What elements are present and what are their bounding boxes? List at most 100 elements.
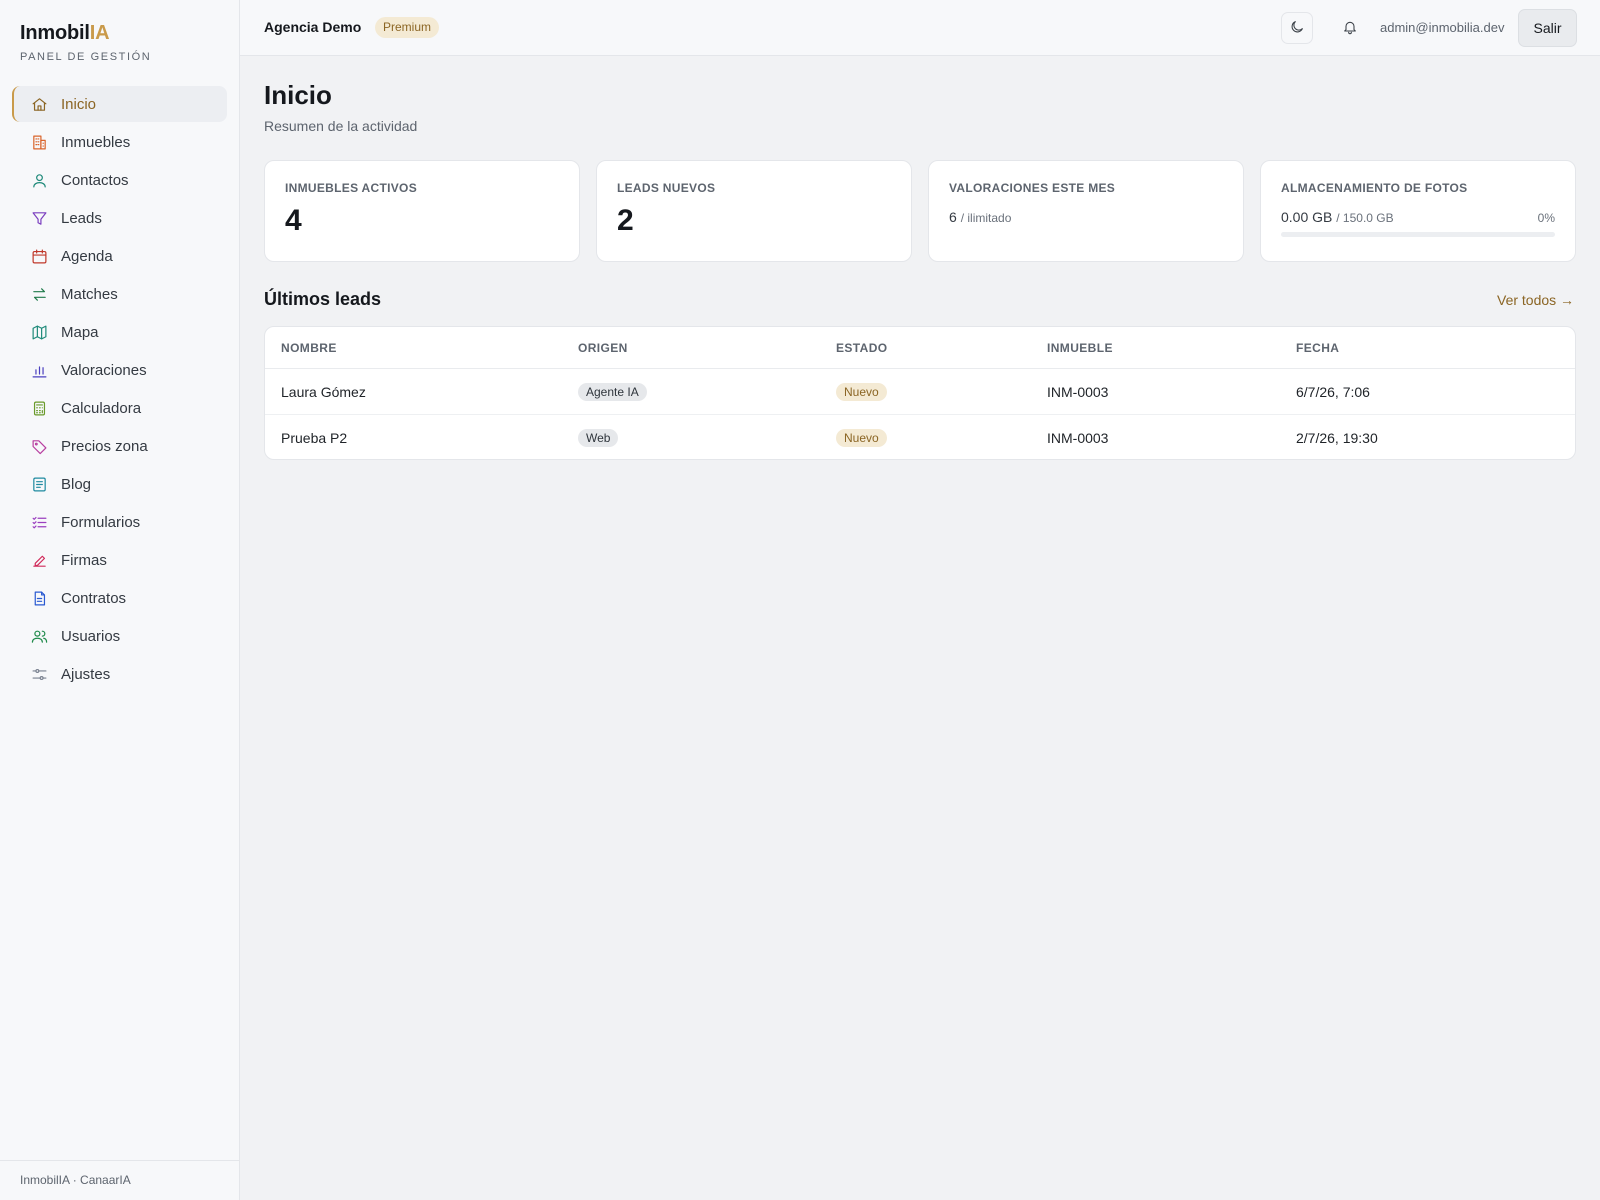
sidebar-item-contactos[interactable]: Contactos [12,162,227,198]
column-header-origen[interactable]: ORIGEN [578,341,628,355]
origin-badge: Agente IA [578,382,647,401]
bar-chart-icon [30,361,48,379]
user-icon [30,171,48,189]
valuations-count: 6 [949,209,957,225]
logout-button[interactable]: Salir [1518,9,1577,47]
sliders-icon [30,665,48,683]
agency-name: Agencia Demo [264,19,362,35]
column-header-nombre[interactable]: NOMBRE [281,341,337,355]
stat-label: ALMACENAMIENTO DE FOTOS [1281,181,1468,195]
sidebar-item-label: Valoraciones [61,361,147,379]
table-row[interactable]: Prueba P2 Web Nuevo INM-0003 2/7/26, 19:… [265,415,1575,459]
leads-section-title: Últimos leads [264,289,382,309]
lead-date: 6/7/26, 7:06 [1296,383,1370,400]
stat-label: INMUEBLES ACTIVOS [285,181,417,195]
view-all-leads-link[interactable]: Ver todos → [1497,292,1574,308]
column-header-estado[interactable]: ESTADO [836,341,888,355]
brand-subtitle: PANEL DE GESTIÓN [20,51,152,63]
calculator-icon [30,399,48,417]
sidebar-nav: Inicio Inmuebles Contactos Leads Agenda … [12,86,227,694]
status-badge: Nuevo [836,382,887,401]
moon-icon [1289,19,1305,38]
valuations-usage: 6 / ilimitado [949,209,1223,225]
stat-card-photo-storage: ALMACENAMIENTO DE FOTOS 0.00 GB / 150.0 … [1260,160,1576,262]
storage-usage: 0.00 GB / 150.0 GB 0% [1281,209,1555,225]
table-header: NOMBRE ORIGEN ESTADO INMUEBLE FECHA [265,327,1575,369]
sidebar-item-label: Leads [61,209,102,227]
topbar: Agencia Demo Premium admin@inmobilia.dev… [240,0,1600,56]
sidebar-item-valoraciones[interactable]: Valoraciones [12,352,227,388]
stat-card-active-properties: INMUEBLES ACTIVOS 4 [264,160,580,262]
sidebar-item-label: Agenda [61,247,113,265]
page-title: Inicio [264,80,332,110]
document-icon [30,589,48,607]
stat-value: 4 [285,204,302,237]
sidebar: InmobilIA PANEL DE GESTIÓN Inicio Inmueb… [0,0,240,1200]
lead-name: Prueba P2 [281,430,348,446]
valuations-limit: / ilimitado [960,211,1012,225]
sidebar-item-contratos[interactable]: Contratos [12,580,227,616]
stat-card-new-leads: LEADS NUEVOS 2 [596,160,912,262]
sidebar-item-precios-zona[interactable]: Precios zona [12,428,227,464]
status-badge: Nuevo [836,429,887,447]
building-icon [30,133,48,151]
column-header-inmueble[interactable]: INMUEBLE [1047,341,1113,355]
sidebar-item-label: Mapa [61,323,99,341]
calendar-icon [30,247,48,265]
stat-label: LEADS NUEVOS [617,181,716,195]
sidebar-item-mapa[interactable]: Mapa [12,314,227,350]
column-header-fecha[interactable]: FECHA [1296,341,1339,355]
lead-property: INM-0003 [1047,430,1109,446]
storage-percent: 0% [1537,211,1555,225]
sidebar-item-inicio[interactable]: Inicio [12,86,227,122]
storage-progress-bar [1281,232,1555,237]
map-icon [30,323,48,341]
users-icon [30,627,48,645]
sidebar-item-leads[interactable]: Leads [12,200,227,236]
brand-logo[interactable]: InmobilIA PANEL DE GESTIÓN [20,22,151,63]
sidebar-item-label: Inicio [61,95,97,113]
sidebar-item-label: Precios zona [61,437,148,455]
lead-name: Laura Gómez [281,383,366,400]
sidebar-item-matches[interactable]: Matches [12,276,227,312]
sidebar-item-agenda[interactable]: Agenda [12,238,227,274]
sidebar-item-label: Ajustes [61,665,111,683]
tag-icon [30,437,48,455]
sidebar-item-label: Contactos [61,171,129,189]
stat-value: 2 [617,204,634,237]
sidebar-item-usuarios[interactable]: Usuarios [12,618,227,654]
sidebar-item-label: Inmuebles [61,133,131,151]
sidebar-item-label: Matches [61,285,118,303]
theme-toggle-button[interactable] [1281,12,1313,44]
lead-date: 2/7/26, 19:30 [1296,430,1378,446]
user-email: admin@inmobilia.dev [1380,20,1505,35]
checklist-icon [30,513,48,531]
funnel-icon [30,209,48,227]
arrows-icon [30,285,48,303]
sidebar-item-blog[interactable]: Blog [12,466,227,502]
sidebar-item-firmas[interactable]: Firmas [12,542,227,578]
sidebar-item-inmuebles[interactable]: Inmuebles [12,124,227,160]
bell-icon [1342,19,1358,38]
storage-used: 0.00 GB [1281,209,1333,225]
storage-used-text: 0.00 GB / 150.0 GB [1281,209,1394,225]
sidebar-item-label: Blog [61,475,92,493]
origin-badge: Web [578,429,619,447]
sidebar-footer: InmobilIA · CanaarIA [0,1160,239,1200]
lead-property: INM-0003 [1047,383,1109,400]
sidebar-item-ajustes[interactable]: Ajustes [12,656,227,692]
sidebar-item-label: Calculadora [61,399,142,417]
home-icon [30,95,48,113]
stat-card-valuations: VALORACIONES ESTE MES 6 / ilimitado [928,160,1244,262]
article-icon [30,475,48,493]
sidebar-item-formularios[interactable]: Formularios [12,504,227,540]
storage-total: / 150.0 GB [1336,211,1394,225]
leads-table: NOMBRE ORIGEN ESTADO INMUEBLE FECHA Laur… [264,326,1576,460]
sidebar-item-label: Contratos [61,589,127,607]
stat-label: VALORACIONES ESTE MES [949,181,1116,195]
sidebar-item-calculadora[interactable]: Calculadora [12,390,227,426]
brand-name: InmobilIA [20,22,110,44]
notifications-button[interactable] [1334,12,1366,44]
sidebar-item-label: Usuarios [61,627,121,645]
table-row[interactable]: Laura Gómez Agente IA Nuevo INM-0003 6/7… [265,369,1575,415]
